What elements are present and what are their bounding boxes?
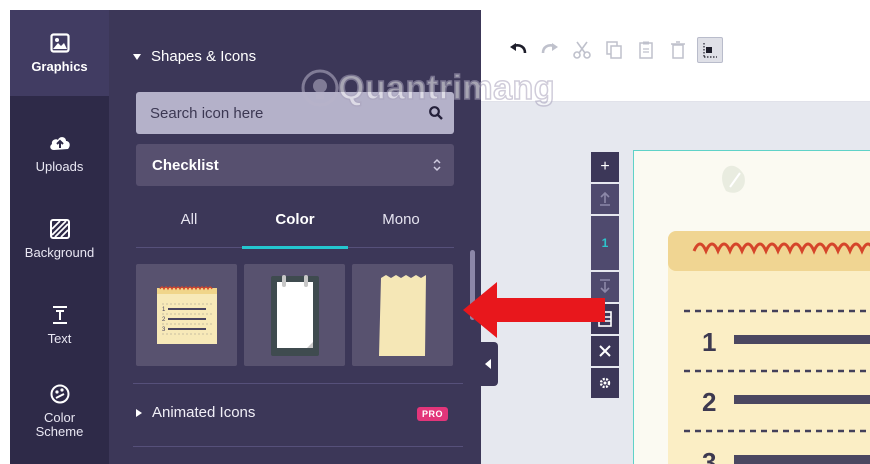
delete-button[interactable] bbox=[665, 37, 691, 63]
caret-right-icon bbox=[136, 408, 142, 417]
chevron-updown-icon bbox=[433, 158, 441, 172]
cut-icon bbox=[573, 41, 591, 59]
cloud-upload-icon bbox=[49, 132, 71, 154]
move-up-button[interactable] bbox=[591, 184, 619, 214]
add-page-button[interactable]: + bbox=[591, 152, 619, 182]
animated-icons-label: Animated Icons bbox=[152, 404, 256, 421]
rail-item-label: Color Scheme bbox=[35, 410, 84, 439]
tab-all[interactable]: All bbox=[136, 208, 242, 248]
category-select[interactable]: Checklist bbox=[136, 144, 454, 186]
rail-item-label: Uploads bbox=[35, 159, 84, 174]
app-frame: Graphics Uploads Background Text Color S… bbox=[10, 10, 870, 464]
page-number-value: 1 bbox=[601, 236, 609, 250]
undo-button[interactable] bbox=[505, 37, 531, 63]
align-icon bbox=[703, 43, 717, 58]
notepad-checklist-icon: 1 2 3 bbox=[156, 286, 217, 344]
rail-item-graphics[interactable]: Graphics bbox=[10, 10, 109, 96]
paste-button[interactable] bbox=[633, 37, 659, 63]
result-clipboard[interactable] bbox=[244, 264, 345, 366]
delete-icon bbox=[671, 41, 685, 59]
list-number-3: 3 bbox=[702, 447, 716, 464]
redo-icon bbox=[541, 43, 558, 54]
design-page[interactable]: 1 2 3 bbox=[633, 150, 870, 464]
rail-item-color-scheme[interactable]: Color Scheme bbox=[10, 368, 109, 454]
clipboard-icon bbox=[270, 275, 319, 356]
left-nav-rail: Graphics Uploads Background Text Color S… bbox=[10, 10, 109, 464]
collapse-panel-button[interactable] bbox=[478, 342, 498, 386]
page-tools: + 1 bbox=[591, 152, 619, 400]
settings-icon bbox=[599, 377, 611, 389]
palette-icon bbox=[49, 383, 71, 405]
result-torn-paper[interactable] bbox=[352, 264, 453, 366]
rail-item-label: Background bbox=[24, 245, 95, 260]
undo-icon bbox=[510, 43, 527, 54]
move-up-icon bbox=[600, 191, 610, 206]
rail-item-label: Graphics bbox=[31, 59, 88, 74]
page-settings-button[interactable] bbox=[591, 368, 619, 398]
page-number: 1 bbox=[591, 216, 619, 270]
copy-icon bbox=[606, 41, 622, 59]
align-button[interactable] bbox=[697, 37, 723, 63]
cut-button[interactable] bbox=[569, 37, 595, 63]
delete-page-button[interactable] bbox=[591, 336, 619, 366]
delete-page-icon bbox=[599, 345, 611, 357]
tab-mono[interactable]: Mono bbox=[348, 208, 454, 248]
watermark: Quantrimang bbox=[300, 68, 555, 108]
rail-item-uploads[interactable]: Uploads bbox=[10, 110, 109, 196]
paste-icon bbox=[639, 41, 653, 59]
result-notepad-checklist[interactable]: 1 2 3 bbox=[136, 264, 237, 366]
section-header-animated-icons[interactable]: Animated Icons bbox=[136, 404, 255, 421]
tab-color[interactable]: Color bbox=[242, 208, 348, 249]
section-title: Shapes & Icons bbox=[151, 48, 257, 65]
divider bbox=[133, 446, 463, 447]
list-number-1: 1 bbox=[702, 327, 716, 357]
list-number-2: 2 bbox=[702, 387, 716, 417]
rail-item-label: Text bbox=[47, 331, 72, 346]
icon-results-grid: 1 2 3 bbox=[136, 264, 466, 366]
copy-button[interactable] bbox=[601, 37, 627, 63]
add-page-icon: + bbox=[600, 158, 610, 175]
torn-paper-icon bbox=[378, 275, 426, 356]
pro-badge: PRO bbox=[417, 407, 449, 421]
divider bbox=[133, 383, 463, 384]
background-pattern-icon bbox=[49, 218, 71, 240]
section-header-shapes-icons[interactable]: Shapes & Icons bbox=[133, 48, 256, 65]
image-icon bbox=[49, 32, 71, 54]
rail-item-text[interactable]: Text bbox=[10, 282, 109, 368]
collapse-arrow-icon bbox=[485, 359, 491, 369]
annotation-arrow bbox=[463, 282, 605, 338]
caret-down-icon bbox=[133, 53, 141, 60]
icon-style-tabs: All Color Mono bbox=[136, 208, 454, 249]
watermark-bulb-icon bbox=[301, 69, 339, 107]
rail-item-background[interactable]: Background bbox=[10, 196, 109, 282]
text-icon bbox=[49, 304, 71, 326]
category-select-value: Checklist bbox=[152, 156, 219, 174]
watermark-text: Quantrimang bbox=[337, 68, 556, 108]
page-artwork: 1 2 3 bbox=[668, 165, 870, 464]
redo-button[interactable] bbox=[537, 37, 563, 63]
